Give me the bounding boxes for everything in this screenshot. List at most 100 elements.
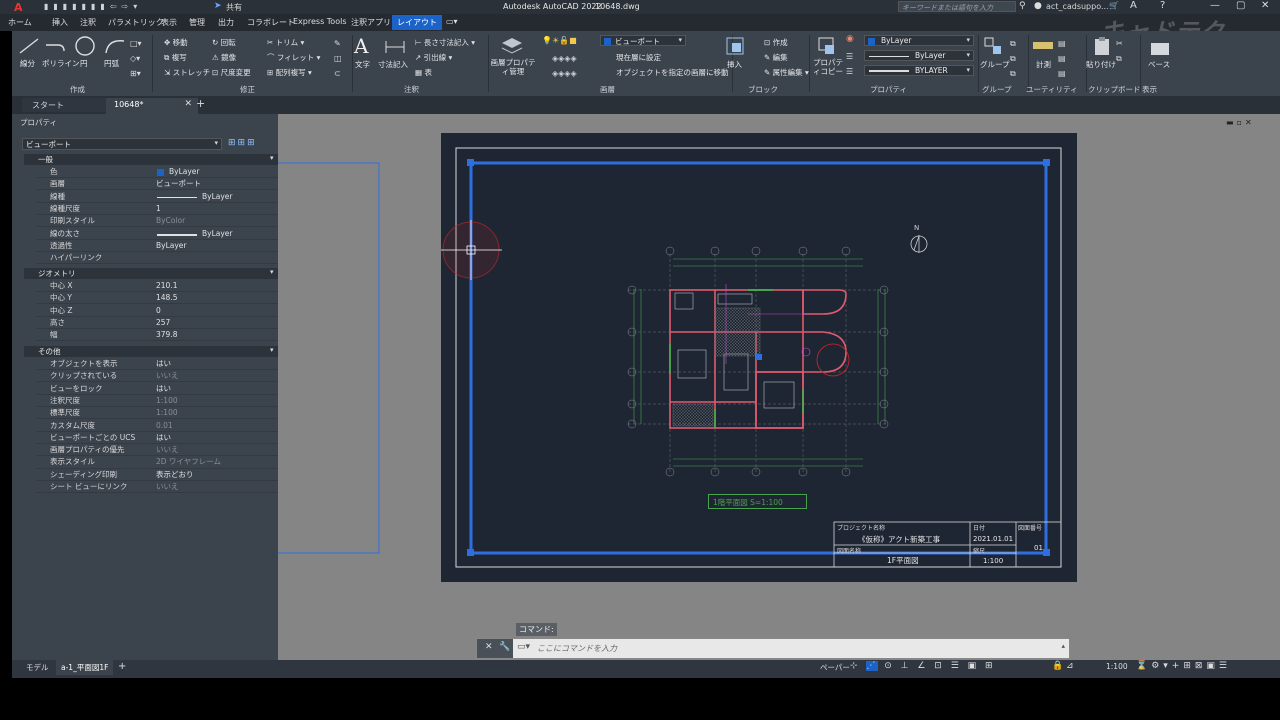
- command-line[interactable]: ✕ 🔧 ▭▾ ここにコマンドを入力 ▴: [476, 638, 1070, 659]
- property-row[interactable]: 印刷スタイル ByColor: [36, 215, 282, 228]
- collapse-icon[interactable]: ▾: [270, 346, 274, 354]
- property-value[interactable]: 1: [156, 203, 161, 215]
- set-current-layer-button[interactable]: 現在層に設定: [616, 52, 661, 63]
- user-icon[interactable]: ●: [1034, 1, 1042, 11]
- paper-space-button[interactable]: ペーパー: [820, 662, 850, 673]
- ribbon-toggle-icon[interactable]: ▭▾: [446, 17, 458, 26]
- property-row[interactable]: 中心 Y 148.5: [36, 292, 282, 305]
- property-row[interactable]: 線の太さ ByLayer: [36, 228, 282, 240]
- property-row[interactable]: 高さ 257: [36, 317, 282, 330]
- group-button[interactable]: グループ: [980, 59, 1010, 70]
- search-icon[interactable]: ⚲: [1019, 1, 1026, 11]
- property-row[interactable]: 画層 ビューポート: [36, 178, 282, 191]
- property-value[interactable]: 148.5: [156, 292, 177, 304]
- circle-icon[interactable]: [74, 35, 96, 57]
- panel-annotation[interactable]: 注釈: [404, 84, 419, 95]
- property-value[interactable]: 0: [156, 305, 161, 317]
- property-row[interactable]: シェーディング印刷 表示どおり: [36, 469, 282, 481]
- property-value[interactable]: ByLayer: [156, 240, 187, 252]
- status-tool-icons[interactable]: ⌛⚙▾+⊞⊠▣☰: [1136, 661, 1231, 671]
- left-viewport-outline[interactable]: [278, 162, 380, 554]
- tab-file[interactable]: 10648* ✕: [106, 98, 198, 114]
- tab-annotation-apps[interactable]: 注釈アプリ: [351, 17, 391, 28]
- leader-button[interactable]: ↗ 引出線 ▾: [415, 52, 452, 63]
- group-icon[interactable]: [982, 35, 1004, 57]
- quick-access-toolbar[interactable]: ▮▮▮▮▮▮▮⇦⇨▾: [44, 2, 204, 12]
- command-recent-icon[interactable]: ▭▾: [517, 642, 530, 652]
- help-icon[interactable]: ?: [1160, 0, 1165, 11]
- wrench-icon[interactable]: 🔧: [499, 642, 510, 652]
- match-properties-button[interactable]: プロパティコピー: [812, 58, 844, 76]
- layer-tool-icons[interactable]: ◈◈◈◈ ◈◈◈◈: [552, 51, 577, 81]
- tab-view[interactable]: 表示: [161, 17, 177, 28]
- property-value[interactable]: ByLayer: [202, 191, 233, 203]
- tab-parametric[interactable]: パラメトリック: [108, 17, 164, 28]
- cart-icon[interactable]: 🛒: [1109, 1, 1119, 10]
- property-value[interactable]: ByLayer: [169, 166, 200, 178]
- tab-home[interactable]: ホーム: [8, 17, 32, 28]
- autocad-logo-icon[interactable]: A: [14, 1, 23, 14]
- viewport-grip[interactable]: [467, 159, 474, 166]
- group-tool-icons[interactable]: ⧉ ⧉ ⧉: [1010, 36, 1016, 81]
- property-row[interactable]: ビューポートごとの UCS はい: [36, 432, 282, 444]
- tab-annotate[interactable]: 注釈: [80, 17, 96, 28]
- measure-icon[interactable]: [1032, 37, 1054, 53]
- property-row[interactable]: ハイパーリンク: [36, 252, 282, 265]
- property-row[interactable]: 線種尺度 1: [36, 203, 282, 216]
- panel-layers[interactable]: 画層: [600, 84, 615, 95]
- utility-tool-icons[interactable]: ▤ ▤ ▤: [1058, 36, 1066, 81]
- property-value[interactable]: いいえ: [156, 481, 179, 493]
- annotation-icon[interactable]: ⊿: [1066, 661, 1074, 671]
- panel-properties[interactable]: プロパティ: [870, 84, 907, 95]
- property-row[interactable]: カスタム尺度 0.01: [36, 420, 282, 432]
- share-icon[interactable]: ➤: [214, 1, 222, 11]
- property-value[interactable]: 257: [156, 317, 170, 329]
- property-value[interactable]: 1:100: [156, 407, 178, 419]
- dimension-button[interactable]: 寸法記入: [378, 59, 408, 70]
- edit-block-button[interactable]: ✎ 編集: [764, 52, 788, 63]
- section-header-geometry[interactable]: ジオメトリ: [24, 268, 282, 279]
- insert-button[interactable]: 挿入: [727, 59, 742, 70]
- property-value[interactable]: はい: [156, 383, 171, 395]
- color-wheel-icon[interactable]: ◉: [846, 34, 854, 44]
- property-value[interactable]: 0.01: [156, 420, 173, 432]
- property-row[interactable]: 中心 Z 0: [36, 305, 282, 317]
- property-row[interactable]: 標準尺度 1:100: [36, 407, 282, 420]
- clipboard-tool-icons[interactable]: ✂ ⧉: [1116, 36, 1123, 66]
- property-row[interactable]: クリップされている いいえ: [36, 370, 282, 383]
- panel-groups[interactable]: グループ: [982, 84, 1012, 95]
- edit-attributes-button[interactable]: ✎ 属性編集 ▾: [764, 67, 809, 78]
- base-view-button[interactable]: ベース: [1148, 59, 1170, 70]
- layer-properties-icon[interactable]: [500, 35, 524, 57]
- property-row[interactable]: 色 ByLayer: [36, 166, 282, 179]
- property-row[interactable]: 画層プロパティの優先 いいえ: [36, 444, 282, 457]
- base-view-icon[interactable]: [1148, 35, 1172, 57]
- property-list-icons[interactable]: ☰ ☰: [846, 49, 853, 79]
- arc-button[interactable]: 円弧: [104, 58, 119, 69]
- table-button[interactable]: ▦ 表: [415, 67, 432, 78]
- viewport-grip[interactable]: [1043, 549, 1050, 556]
- property-row[interactable]: 透過性 ByLayer: [36, 240, 282, 252]
- move-button[interactable]: ✥ 移動: [164, 37, 188, 48]
- tab-express-tools[interactable]: Express Tools: [293, 17, 347, 26]
- rotate-button[interactable]: ↻ 回転: [212, 37, 236, 48]
- property-value[interactable]: 379.8: [156, 329, 177, 341]
- share-label[interactable]: 共有: [226, 2, 242, 13]
- insert-block-icon[interactable]: [724, 35, 746, 57]
- circle-button[interactable]: 円: [80, 58, 88, 69]
- close-tab-icon[interactable]: ✕: [184, 99, 192, 109]
- create-block-button[interactable]: ⊡ 作成: [764, 37, 788, 48]
- lineweight-dropdown[interactable]: BYLAYER ▾: [864, 65, 974, 76]
- measure-button[interactable]: 計測: [1036, 59, 1051, 70]
- tab-model[interactable]: モデル: [26, 662, 49, 673]
- minimize-icon[interactable]: —: [1210, 0, 1220, 11]
- linetype-dropdown[interactable]: ByLayer ▾: [864, 50, 974, 61]
- collapse-icon[interactable]: ▾: [270, 154, 274, 162]
- autodesk-icon[interactable]: A: [1130, 0, 1137, 11]
- maximize-icon[interactable]: ▢: [1236, 0, 1245, 11]
- section-header-general[interactable]: 一般: [24, 154, 282, 165]
- property-value[interactable]: 210.1: [156, 280, 177, 292]
- selection-dropdown[interactable]: ビューポート ▾: [22, 138, 222, 150]
- property-value[interactable]: ByColor: [156, 215, 185, 227]
- property-row[interactable]: オブジェクトを表示 はい: [36, 358, 282, 371]
